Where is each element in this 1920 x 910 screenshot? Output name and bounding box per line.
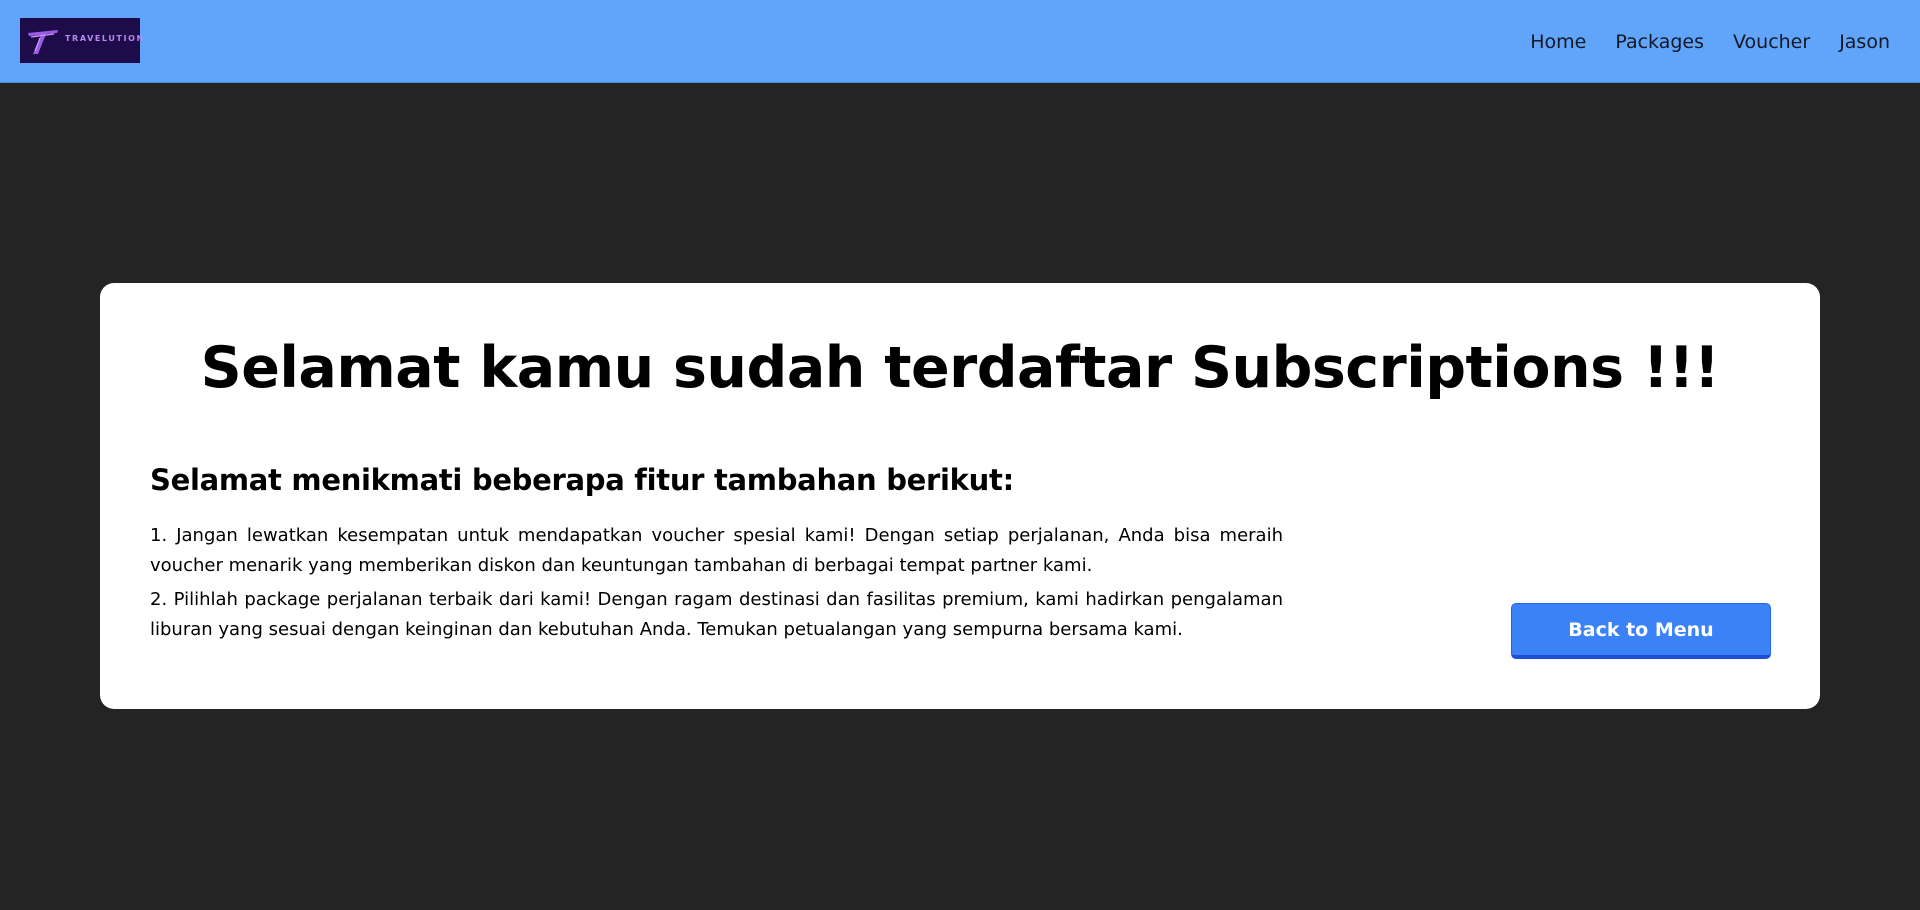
nav-link-packages[interactable]: Packages <box>1615 31 1704 53</box>
logo-text: TRAVELUTION <box>65 34 145 43</box>
features-heading: Selamat menikmati beberapa fitur tambaha… <box>150 463 1014 497</box>
navbar: TRAVELUTION Home Packages Voucher Jason <box>0 0 1920 83</box>
nav-link-home[interactable]: Home <box>1530 31 1586 53</box>
feature-item-packages: 2. Pilihlah package perjalanan terbaik d… <box>150 589 1283 640</box>
t-letter-logo-icon <box>28 30 58 54</box>
travelution-logo[interactable]: TRAVELUTION <box>20 18 143 63</box>
subscription-success-card: Selamat kamu sudah terdaftar Subscriptio… <box>100 283 1820 709</box>
back-to-menu-button[interactable]: Back to Menu <box>1511 603 1771 659</box>
nav-link-user-profile[interactable]: Jason <box>1839 31 1890 53</box>
features-list: 1. Jangan lewatkan kesempatan untuk mend… <box>150 521 1283 649</box>
feature-item-voucher: 1. Jangan lewatkan kesempatan untuk mend… <box>150 525 1283 576</box>
nav-links: Home Packages Voucher Jason <box>1501 0 1890 83</box>
page-title: Selamat kamu sudah terdaftar Subscriptio… <box>200 335 1720 401</box>
nav-link-voucher[interactable]: Voucher <box>1733 31 1810 53</box>
